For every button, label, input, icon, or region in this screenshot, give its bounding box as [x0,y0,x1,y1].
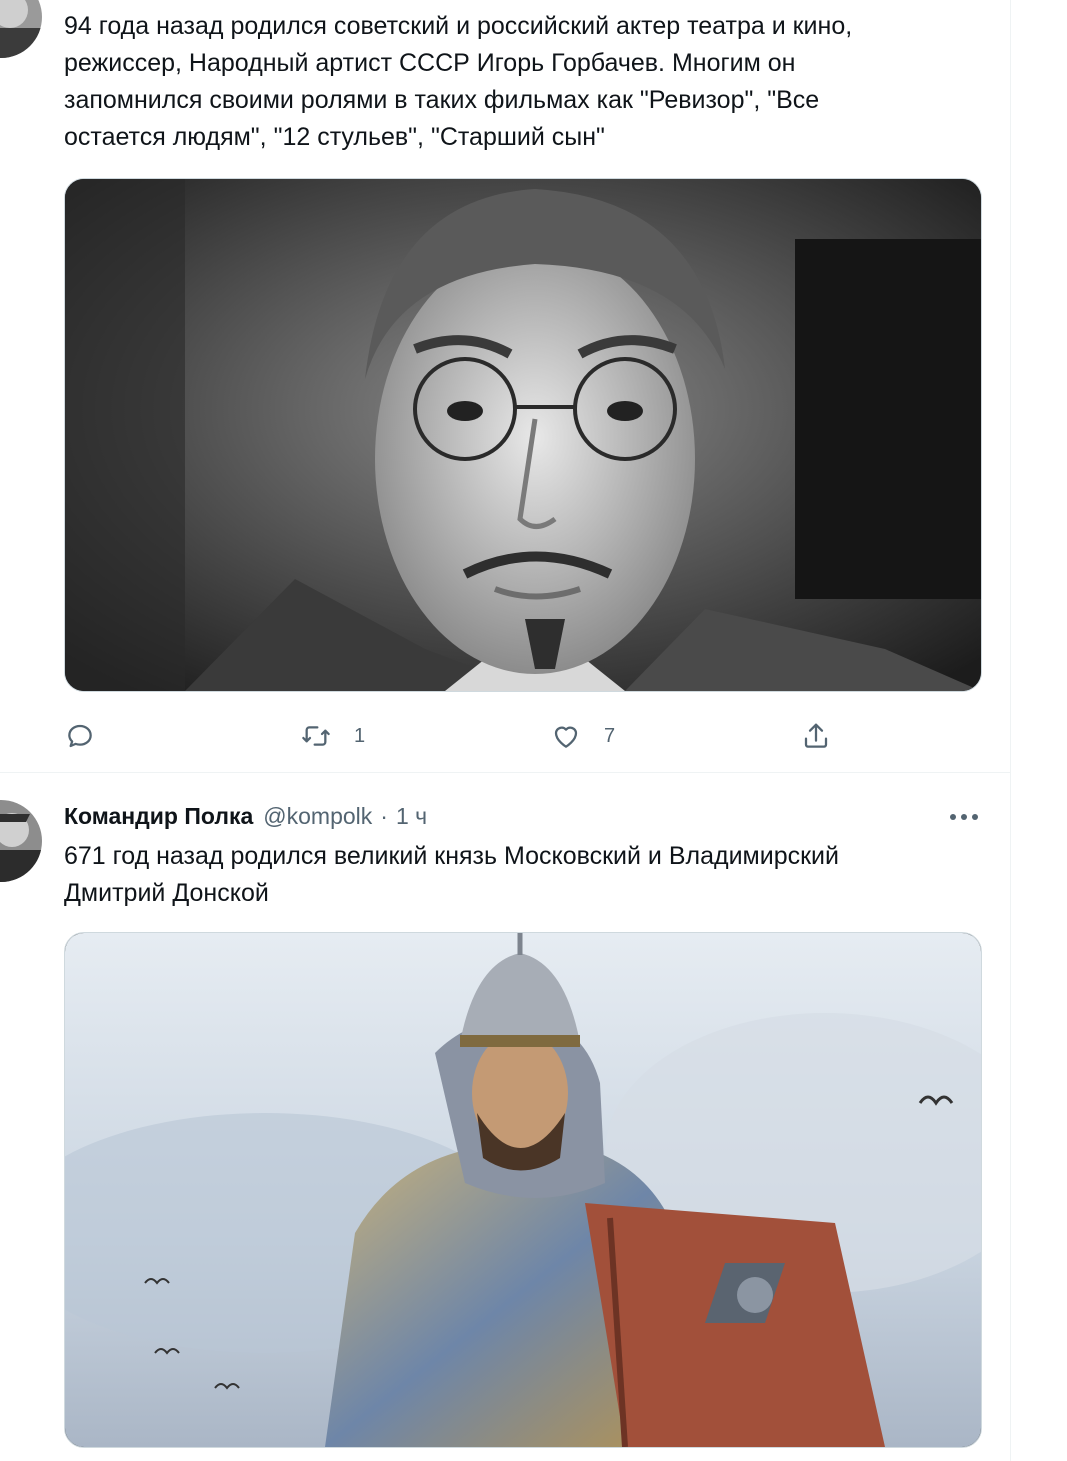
tweet-text: 671 год назад родился великий князь Моск… [64,842,839,907]
retweet-button[interactable]: 1 [300,714,365,758]
reply-button[interactable] [64,714,96,758]
author-avatar[interactable] [0,800,42,882]
tweet-photo[interactable] [64,932,982,1448]
like-count: 7 [604,724,616,747]
reply-icon [64,720,96,752]
tweet-text: 94 года назад родился советский и россий… [64,12,853,151]
retweet-count: 1 [354,724,366,747]
tweet-header: Командир Полка @kompolk · 1 ч [64,800,427,832]
portrait-photo-bw [65,179,981,691]
retweet-icon [300,720,332,752]
more-icon [949,808,979,826]
tweet-timestamp[interactable]: 1 ч [396,803,427,830]
avatar-image [0,0,42,58]
like-button[interactable]: 7 [550,714,615,758]
user-handle[interactable]: @kompolk [263,803,372,830]
avatar-image [0,800,42,882]
tweet-photo[interactable] [64,178,982,692]
tweet-actions: 1 7 [64,714,980,758]
timeline-column: 94 года назад родился советский и россий… [0,0,1011,1461]
share-button[interactable] [800,714,832,758]
share-icon [800,720,832,752]
heart-icon [550,720,582,752]
author-avatar[interactable] [0,0,42,58]
separator-dot: · [380,802,388,829]
display-name[interactable]: Командир Полка [64,803,253,830]
painting-image [65,933,981,1447]
tweet-divider [0,772,1010,773]
more-options-button[interactable] [942,803,986,831]
